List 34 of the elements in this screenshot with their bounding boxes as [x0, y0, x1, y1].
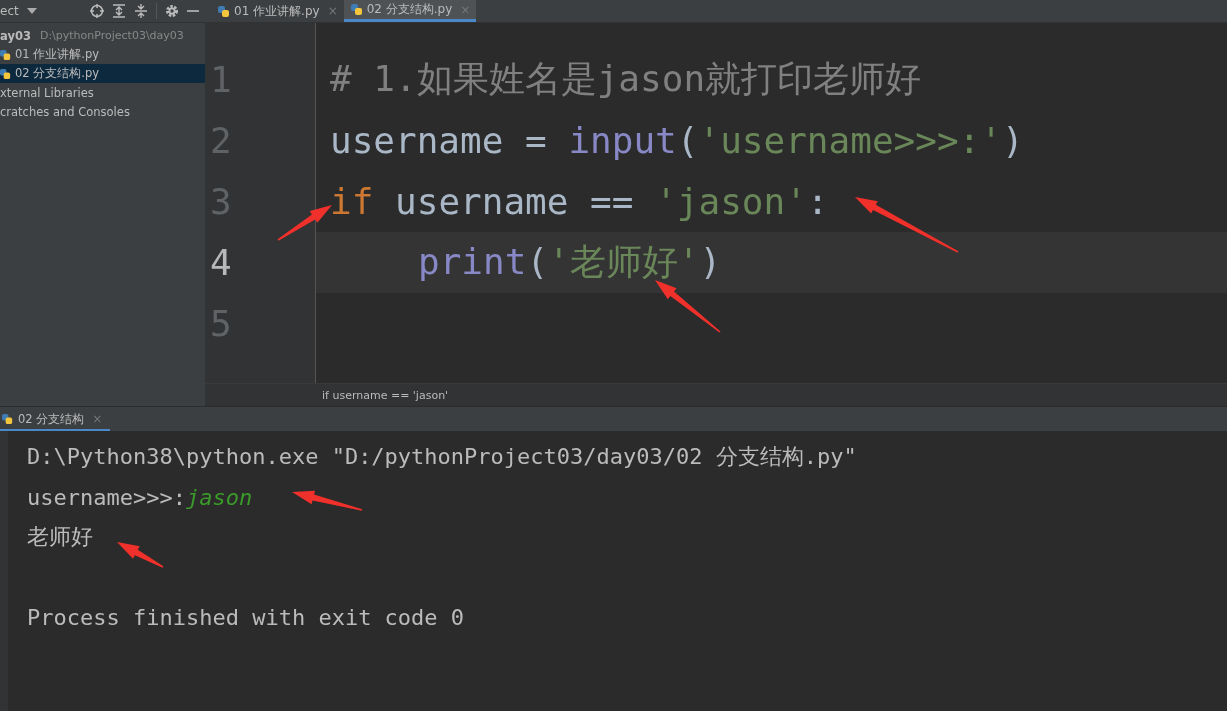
project-folder-name[interactable]: ay03	[0, 28, 31, 43]
python-file-icon	[349, 3, 363, 16]
console-line: D:\Python38\python.exe "D:/pythonProject03/day03/02 分支结构.py"	[27, 443, 857, 471]
console-line: username>>>:jason	[27, 483, 253, 512]
annotation-arrow	[655, 280, 721, 333]
annotation-arrow	[117, 542, 164, 568]
python-file-icon	[2, 413, 14, 425]
tree-item[interactable]: xternal Libraries	[0, 83, 205, 102]
code-line: # 1.如果姓名是jason就打印老师好	[330, 57, 922, 101]
collapse-all-icon[interactable]	[134, 4, 148, 18]
project-panel-title[interactable]: ect	[0, 4, 19, 18]
project-path: D:\pythonProject03\day03	[39, 29, 184, 42]
code-line: username = input('username>>>:')	[330, 120, 1024, 161]
python-file-icon	[0, 48, 12, 61]
tree-item[interactable]: cratches and Consoles	[0, 102, 205, 121]
python-file-icon	[217, 4, 230, 18]
python-file-icon	[0, 67, 12, 80]
console-line: 老师好	[27, 523, 93, 551]
code-line: if username == 'jason':	[330, 181, 829, 222]
settings-icon[interactable]	[165, 4, 179, 18]
tree-item[interactable]: 02 分支结构.py	[0, 64, 205, 83]
locate-icon[interactable]	[90, 4, 104, 18]
dropdown-caret-icon[interactable]	[26, 8, 37, 14]
line-number: 4	[210, 242, 232, 283]
annotation-arrow	[292, 490, 363, 511]
tree-item[interactable]: 01 作业讲解.py	[0, 45, 205, 64]
editor-tab[interactable]: 02 分支结构.py ×	[343, 0, 477, 22]
annotation-arrow	[277, 205, 332, 241]
editor-tab[interactable]: 01 作业讲解.py ×	[211, 0, 344, 22]
run-tab[interactable]: 02 分支结构 ×	[0, 409, 111, 431]
expand-all-icon[interactable]	[112, 4, 126, 18]
console-line: Process finished with exit code 0	[27, 603, 465, 632]
breadcrumb[interactable]: if username == 'jason'	[322, 388, 449, 402]
code-line: print('老师好')	[418, 240, 722, 284]
